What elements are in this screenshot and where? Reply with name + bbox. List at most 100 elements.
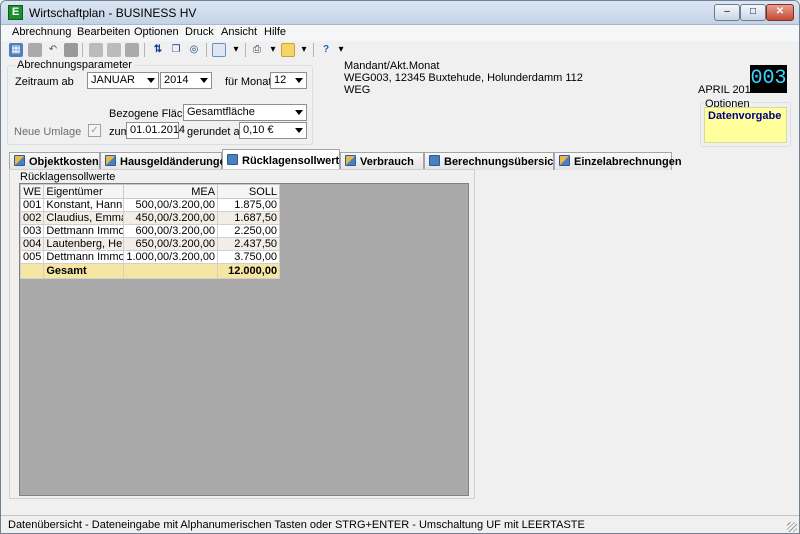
- window-layout-icon[interactable]: [212, 43, 226, 57]
- column-header-soll[interactable]: SOLL: [217, 184, 281, 199]
- menu-druck[interactable]: Druck: [185, 26, 214, 38]
- menu-hilfe[interactable]: Hilfe: [264, 26, 286, 38]
- edit-doc-icon: [345, 155, 356, 166]
- table-row[interactable]: 001 Konstant, Hannibal 500,00/3.200,00 1…: [19, 198, 281, 212]
- menu-abrechnung[interactable]: Abrechnung: [12, 26, 71, 38]
- cell-soll[interactable]: 1.687,50: [217, 211, 281, 225]
- mandant-type: WEG: [344, 84, 371, 96]
- rounding-select[interactable]: 0,10 €: [239, 122, 307, 139]
- table-row[interactable]: 004 Lautenberg, Helmut 650,00/3.200,00 2…: [19, 237, 281, 251]
- note-icon[interactable]: [281, 43, 295, 57]
- chevron-down-icon: [200, 78, 208, 83]
- cell-owner[interactable]: Dettmann Immobilien: [43, 224, 125, 238]
- cell-mea[interactable]: 1.000,00/3.200,00: [123, 250, 219, 264]
- cell-mea[interactable]: 500,00/3.200,00: [123, 198, 219, 212]
- data-grid[interactable]: WE Eigentümer MEA SOLL 001 Konstant, Han…: [19, 183, 469, 496]
- column-header-owner[interactable]: Eigentümer: [43, 184, 125, 199]
- total-label: Gesamt: [43, 263, 125, 279]
- cell-mea[interactable]: 650,00/3.200,00: [123, 237, 219, 251]
- bezogene-flaeche-label: Bezogene Fläche: [109, 108, 195, 120]
- app-logo-icon: E: [8, 5, 23, 20]
- menu-optionen[interactable]: Optionen: [134, 26, 179, 38]
- stop-icon[interactable]: [64, 43, 78, 57]
- new-record-icon[interactable]: [28, 43, 42, 57]
- binoculars-icon[interactable]: ◎: [187, 43, 201, 57]
- table-header-row: WE Eigentümer MEA SOLL: [19, 184, 281, 199]
- cell-soll[interactable]: 1.875,00: [217, 198, 281, 212]
- cell-we[interactable]: 003: [19, 224, 45, 238]
- edit-doc-icon: [14, 155, 25, 166]
- chevron-down-icon: [295, 110, 303, 115]
- tab-objektkosten[interactable]: Objektkosten: [9, 152, 100, 170]
- cell-owner[interactable]: Dettmann Immobilien: [43, 250, 125, 264]
- table-row[interactable]: 003 Dettmann Immobilien 600,00/3.200,00 …: [19, 224, 281, 238]
- edit-doc-icon: [105, 155, 116, 166]
- flaeche-select[interactable]: Gesamtfläche: [183, 104, 307, 121]
- cell-we[interactable]: 001: [19, 198, 45, 212]
- status-text: Datenübersicht - Dateneingabe mit Alphan…: [8, 519, 585, 531]
- table-row[interactable]: 002 Claudius, Emma 450,00/3.200,00 1.687…: [19, 211, 281, 225]
- resize-grip-icon[interactable]: [787, 522, 797, 532]
- month-value: JANUAR: [91, 74, 136, 86]
- status-bar: Datenübersicht - Dateneingabe mit Alphan…: [1, 515, 799, 533]
- cell-we[interactable]: 002: [19, 211, 45, 225]
- comment-icon[interactable]: [125, 43, 139, 57]
- tab-label: Verbrauch: [360, 156, 414, 168]
- year-value: 2014: [164, 74, 189, 86]
- column-header-mea[interactable]: MEA: [123, 184, 219, 199]
- months-select[interactable]: 12: [270, 72, 307, 89]
- toolbar-separator: [82, 43, 83, 57]
- undo-icon[interactable]: ↶: [46, 43, 60, 57]
- app-window: E Wirtschaftplan - BUSINESS HV – □ ✕ Abr…: [0, 0, 800, 534]
- table-icon: [227, 154, 238, 165]
- tab-verbrauch[interactable]: Verbrauch: [340, 152, 424, 170]
- window-title: Wirtschaftplan - BUSINESS HV: [29, 6, 197, 20]
- chevron-down-icon[interactable]: ▾: [334, 43, 348, 57]
- sort-icon[interactable]: ⇅: [151, 43, 165, 57]
- help-icon[interactable]: ?: [319, 43, 333, 57]
- cell-mea[interactable]: 600,00/3.200,00: [123, 224, 219, 238]
- cell-soll[interactable]: 2.250,00: [217, 224, 281, 238]
- flaeche-value: Gesamtfläche: [187, 106, 255, 118]
- minimize-button[interactable]: –: [714, 4, 740, 21]
- chevron-down-icon[interactable]: ▾: [229, 43, 243, 57]
- zum-date-field[interactable]: 01.01.2014: [126, 122, 185, 139]
- cell-owner[interactable]: Claudius, Emma: [43, 211, 125, 225]
- year-select[interactable]: 2014: [160, 72, 212, 89]
- datenvorgabe-option[interactable]: Datenvorgabe: [704, 107, 787, 143]
- tab-ruecklagensollwerte[interactable]: Rücklagensollwerte: [222, 149, 345, 170]
- tab-berechnungsuebersicht[interactable]: Berechnungsübersicht: [424, 152, 564, 170]
- printer-icon[interactable]: ⎙: [250, 43, 264, 57]
- menu-bearbeiten[interactable]: Bearbeiten: [77, 26, 130, 38]
- chevron-down-icon[interactable]: ▾: [297, 43, 311, 57]
- insert-row-icon[interactable]: [89, 43, 103, 57]
- cell-owner[interactable]: Lautenberg, Helmut: [43, 237, 125, 251]
- tab-label: Objektkosten: [29, 156, 99, 168]
- calendar-icon[interactable]: ▦: [9, 43, 23, 57]
- toolbar-separator: [206, 43, 207, 57]
- chevron-down-icon[interactable]: ▾: [266, 43, 280, 57]
- table-row[interactable]: 005 Dettmann Immobilien 1.000,00/3.200,0…: [19, 250, 281, 264]
- tab-label: Hausgeldänderungen: [120, 156, 233, 168]
- chevron-down-icon: [295, 128, 303, 133]
- tab-hausgeldaenderungen[interactable]: Hausgeldänderungen: [100, 152, 232, 170]
- copy-icon[interactable]: ❐: [169, 43, 183, 57]
- delete-row-icon[interactable]: [107, 43, 121, 57]
- cell-mea[interactable]: 450,00/3.200,00: [123, 211, 219, 225]
- neue-umlage-checkbox[interactable]: ✓: [88, 124, 101, 137]
- column-header-we[interactable]: WE: [19, 184, 45, 199]
- cell-we[interactable]: 004: [19, 237, 45, 251]
- cell-owner[interactable]: Konstant, Hannibal: [43, 198, 125, 212]
- cell-soll[interactable]: 2.437,50: [217, 237, 281, 251]
- maximize-button[interactable]: □: [740, 4, 766, 21]
- mandant-label: Mandant/Akt.Monat: [344, 60, 440, 72]
- tab-einzelabrechnungen[interactable]: Einzelabrechnungen: [554, 152, 682, 170]
- menu-ansicht[interactable]: Ansicht: [221, 26, 257, 38]
- title-bar[interactable]: E Wirtschaftplan - BUSINESS HV – □ ✕: [1, 1, 799, 25]
- close-button[interactable]: ✕: [766, 4, 794, 21]
- month-select[interactable]: JANUAR: [87, 72, 159, 89]
- tab-label: Rücklagensollwerte: [242, 155, 346, 167]
- cell-we[interactable]: 005: [19, 250, 45, 264]
- grid-group-label: Rücklagensollwerte: [20, 171, 116, 183]
- cell-soll[interactable]: 3.750,00: [217, 250, 281, 264]
